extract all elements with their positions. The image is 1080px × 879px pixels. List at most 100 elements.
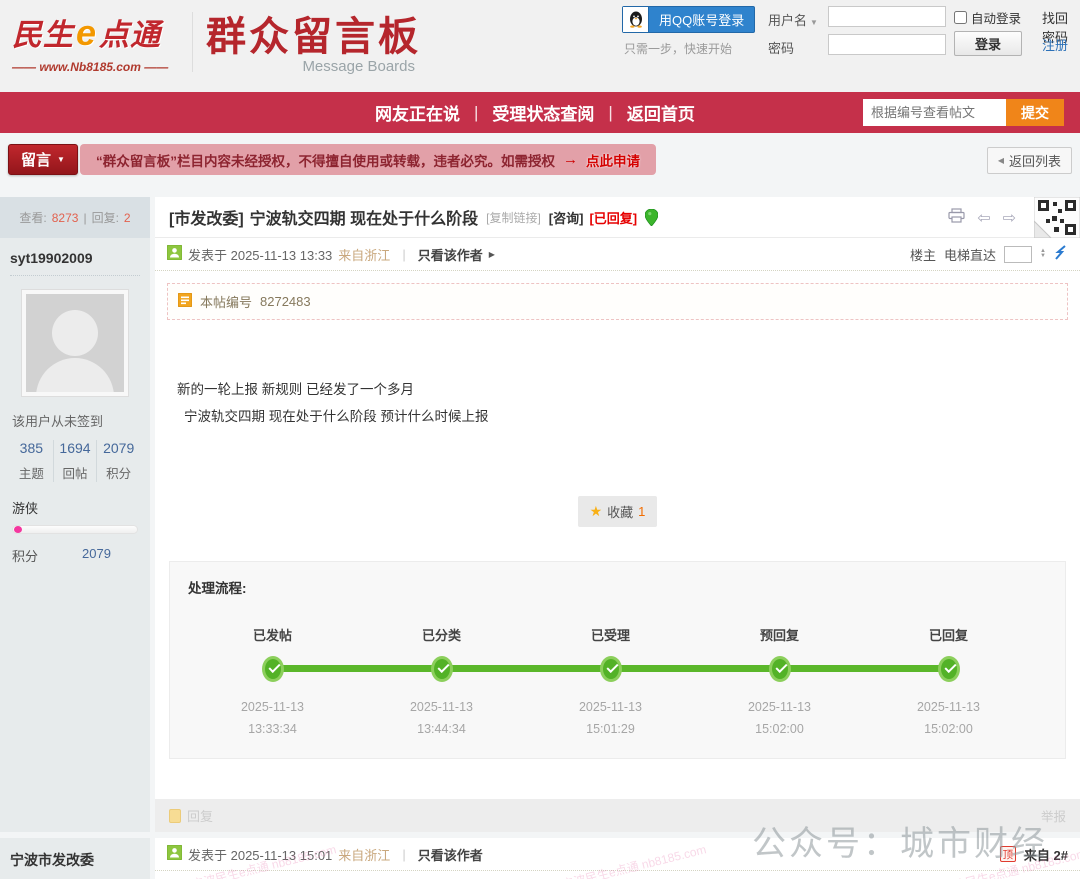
stats-separator: | <box>83 211 86 225</box>
timeline-step-prereply: 预回复 2025-11-1315:02:00 <box>695 625 864 740</box>
password-label: 密码 <box>768 38 794 57</box>
post-id-label: 本帖编号 <box>200 292 252 311</box>
elevator-label: 电梯直达 <box>944 245 996 264</box>
favorite-button[interactable]: ★ 收藏 1 <box>578 496 658 527</box>
post2-posted-time: 发表于 2025-11-13 15:01 <box>188 845 332 864</box>
check-node-icon <box>262 656 284 682</box>
stat-points[interactable]: 2079积分 <box>97 440 140 482</box>
post1-body: 发表于 2025-11-13 13:33 来自浙江 | 只看该作者 ▶ 楼主 电… <box>155 238 1080 832</box>
prev-thread-icon[interactable]: ⇦ <box>977 208 990 228</box>
post2-meta: 发表于 2025-11-13 15:01 来自浙江 | 只看该作者 顶 来自 2… <box>155 838 1080 871</box>
logo-url: —— www.Nb8185.com —— <box>12 60 168 74</box>
password-input[interactable] <box>828 34 946 55</box>
timeline-step-accepted: 已受理 2025-11-1315:01:29 <box>526 625 695 740</box>
post-id-search: 提交 <box>863 99 1064 126</box>
timeline-step-replied: 已回复 2025-11-1315:02:00 <box>864 625 1033 740</box>
thread-title-row: 查看:8273 | 回复:2 [市发改委] 宁波轨交四期 现在处于什么阶段 [复… <box>0 197 1080 238</box>
nav-separator: | <box>594 103 626 123</box>
login-panel: 用QQ账号登录 只需一步，快速开始 用户名▼ 自动登录 找回密码 密码 登录 注… <box>610 0 1080 92</box>
post-id-search-input[interactable] <box>863 99 1006 126</box>
username-dropdown-icon[interactable]: ▼ <box>810 18 818 27</box>
post-id-submit-button[interactable]: 提交 <box>1006 99 1064 126</box>
login-button[interactable]: 登录 <box>954 31 1022 56</box>
process-flow-box: 处理流程: 已发帖 2025-11-1313:33:34 已分类 2025-11… <box>169 561 1066 759</box>
triangle-right-icon: ▶ <box>489 250 495 259</box>
title-tools: ⇦ ⇨ <box>948 197 1016 238</box>
qq-login-button[interactable]: 用QQ账号登录 <box>622 6 755 33</box>
logo-e-mark: e <box>74 12 99 53</box>
thread-title-bar: [市发改委] 宁波轨交四期 现在处于什么阶段 [复制链接] [咨询] [已回复]… <box>155 197 1080 238</box>
report-link[interactable]: 举报 <box>1041 806 1066 825</box>
timeline-step-classified: 已分类 2025-11-1313:44:34 <box>357 625 526 740</box>
nav-separator: | <box>460 103 492 123</box>
replies-label: 回复: <box>92 209 119 226</box>
reply-button[interactable]: 回复 <box>169 806 213 825</box>
tag-consult: [咨询] <box>549 208 584 227</box>
user-icon <box>167 245 182 263</box>
qr-code[interactable] <box>1034 197 1080 243</box>
tag-replied: [已回复] <box>589 208 637 227</box>
register-link[interactable]: 注册 <box>1042 35 1068 54</box>
nav-link-talking[interactable]: 网友正在说 <box>375 100 460 125</box>
post1-location: 来自浙江 <box>338 245 390 264</box>
stat-replies[interactable]: 1694回帖 <box>54 440 98 482</box>
username-input[interactable] <box>828 6 946 27</box>
notice-text: “群众留言板”栏目内容未经授权，不得擅自使用或转载，违者必究。如需授权 <box>96 150 555 170</box>
notice-bar: 留言 ▼ “群众留言板”栏目内容未经授权，不得擅自使用或转载，违者必究。如需授权… <box>0 133 1080 189</box>
check-node-icon <box>600 656 622 682</box>
copyright-notice: “群众留言板”栏目内容未经授权，不得擅自使用或转载，违者必究。如需授权 → 点此… <box>80 144 656 175</box>
process-timeline: 已发帖 2025-11-1313:33:34 已分类 2025-11-1313:… <box>188 625 1033 740</box>
thread-category[interactable]: [市发改委] <box>169 205 244 229</box>
post1-footer: 回复 举报 <box>155 799 1080 832</box>
header-divider <box>192 12 193 72</box>
elevator-spinner[interactable]: ▲▼ <box>1040 249 1046 259</box>
nav-links: 网友正在说 | 受理状态查阅 | 返回首页 <box>375 92 695 133</box>
username-label[interactable]: 用户名▼ <box>768 10 818 29</box>
post2-body: 发表于 2025-11-13 15:01 来自浙江 | 只看该作者 顶 来自 2… <box>155 838 1080 879</box>
jump-icon[interactable] <box>1054 245 1068 264</box>
back-to-list-button[interactable]: ◀ 返回列表 <box>987 147 1072 174</box>
arrow-right-icon: → <box>563 151 578 168</box>
site-logo[interactable]: 民生e点通 —— www.Nb8185.com —— <box>12 10 168 74</box>
floor-host-label[interactable]: 楼主 <box>910 245 936 264</box>
location-pin-icon[interactable] <box>645 209 658 226</box>
sign-in-status: 该用户从未签到 <box>12 411 140 430</box>
rank-progress-bar <box>12 525 138 534</box>
logo-text: 民生e点通 <box>12 10 168 54</box>
site-title: 群众留言板 <box>206 4 421 62</box>
views-count: 8273 <box>52 211 79 225</box>
floor-number[interactable]: 来自 2# <box>1024 845 1068 864</box>
next-thread-icon[interactable]: ⇨ <box>1003 208 1016 228</box>
author-rank: 游侠 <box>12 498 140 517</box>
points-row: 积分 2079 <box>12 546 140 565</box>
leave-message-button[interactable]: 留言 ▼ <box>8 144 78 175</box>
stat-topics[interactable]: 385主题 <box>10 440 54 482</box>
only-author-link[interactable]: 只看该作者 <box>418 845 483 864</box>
post2-author-panel: 宁波市发改委 <box>0 838 150 879</box>
chevron-down-icon: ▼ <box>57 155 65 164</box>
only-author-link[interactable]: 只看该作者 <box>418 245 483 264</box>
post-id-value: 8272483 <box>260 294 311 309</box>
content-line: 宁波轨交四期 现在处于什么阶段 预计什么时候上报 <box>177 403 1080 430</box>
post1-author-panel: syt19902009 该用户从未签到 385主题 1694回帖 2079积分 … <box>0 238 150 832</box>
post2-author-name[interactable]: 宁波市发改委 <box>10 850 140 879</box>
post1-author-name[interactable]: syt19902009 <box>10 250 140 276</box>
print-icon[interactable] <box>948 208 965 228</box>
post-id-box: 本帖编号 8272483 <box>167 283 1068 320</box>
post1-avatar[interactable] <box>21 289 129 397</box>
replies-count: 2 <box>124 211 131 225</box>
site-title-block: 群众留言板 Message Boards <box>206 4 421 75</box>
nav-link-home[interactable]: 返回首页 <box>627 100 695 125</box>
nav-link-status[interactable]: 受理状态查阅 <box>492 100 594 125</box>
auto-login-option[interactable]: 自动登录 <box>954 8 1021 27</box>
main-navbar: 网友正在说 | 受理状态查阅 | 返回首页 提交 <box>0 92 1080 133</box>
elevator-floor-input[interactable] <box>1004 246 1032 263</box>
check-node-icon <box>938 656 960 682</box>
apply-authorization-link[interactable]: 点此申请 <box>586 150 640 170</box>
post2-location: 来自浙江 <box>338 845 390 864</box>
user-icon <box>167 845 182 863</box>
thread-stats: 查看:8273 | 回复:2 <box>0 197 150 238</box>
copy-link[interactable]: [复制链接] <box>486 209 541 226</box>
reply-icon <box>169 809 181 823</box>
auto-login-checkbox[interactable] <box>954 11 967 24</box>
